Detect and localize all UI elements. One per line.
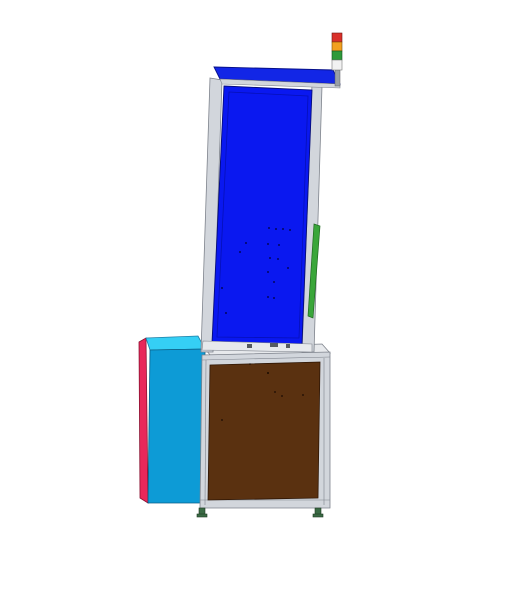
side-cabinet-front-face bbox=[147, 348, 206, 504]
signal-light-red bbox=[331, 32, 343, 43]
lower-frame[interactable] bbox=[196, 343, 331, 518]
cad-viewport[interactable] bbox=[0, 0, 510, 594]
side-cabinet-top-face bbox=[145, 335, 206, 351]
signal-light-white bbox=[331, 59, 343, 71]
signal-light-orange bbox=[331, 41, 343, 52]
leveling-feet bbox=[196, 507, 324, 518]
machine-assembly-drawing bbox=[138, 32, 343, 518]
signal-light-pole bbox=[334, 69, 341, 87]
side-cabinet[interactable] bbox=[138, 335, 206, 504]
signal-light-green bbox=[331, 50, 343, 61]
side-cabinet-side-face bbox=[138, 337, 149, 504]
upper-tower[interactable] bbox=[200, 66, 341, 353]
lower-door-panel[interactable] bbox=[207, 361, 321, 501]
